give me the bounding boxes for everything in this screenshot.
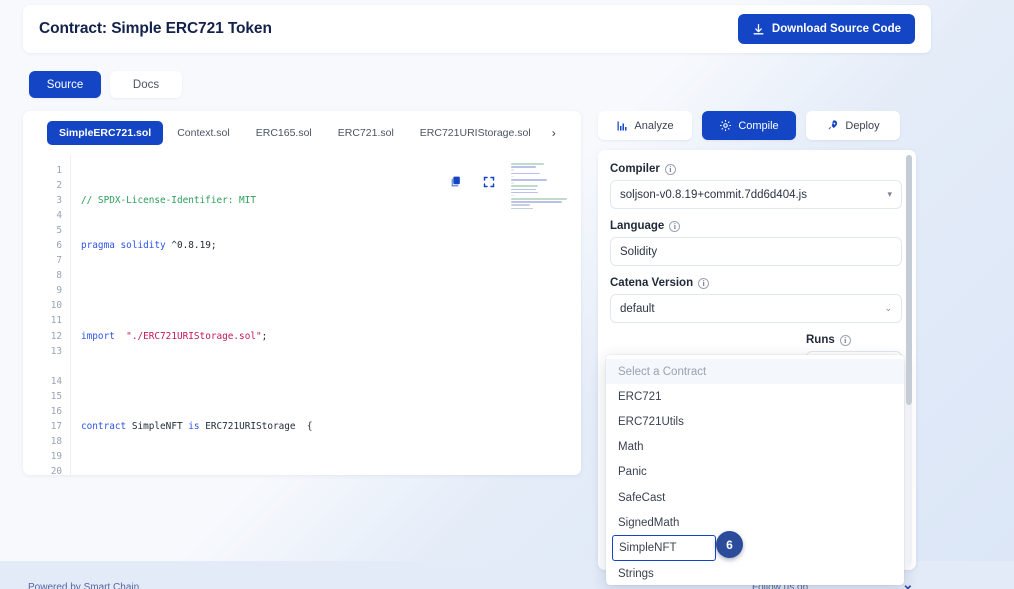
chevron-down-icon: ▾ <box>887 189 892 199</box>
line-number: 10 <box>50 300 62 312</box>
compiler-label-row: Compiler i <box>610 163 902 175</box>
dropdown-placeholder: Select a Contract <box>606 359 904 385</box>
analyze-button[interactable]: Analyze <box>598 111 692 140</box>
line-number-blank <box>23 359 62 374</box>
line-number: 9 <box>56 285 62 297</box>
fullscreen-icon[interactable] <box>483 176 495 188</box>
line-number: 16 <box>50 405 62 417</box>
line-number: 2 <box>56 180 62 192</box>
footer-left-text: Powered by Smart Chain <box>28 582 140 589</box>
line-number: 11 <box>50 315 62 327</box>
dropdown-item-erc721utils[interactable]: ERC721Utils <box>606 409 904 434</box>
line-number: 15 <box>50 390 62 402</box>
right-action-bar: Analyze Compile Deploy <box>598 111 900 140</box>
line-number: 1 <box>56 165 62 176</box>
code-editor[interactable]: 1 2 3 4 5 6 7 8 9 10 11 12 13 14 15 16 1… <box>23 155 581 475</box>
compiler-select[interactable]: soljson-v0.8.19+commit.7dd6d404.js ▾ <box>610 180 902 209</box>
line-number: 13 <box>50 345 62 357</box>
step-badge: 6 <box>716 531 743 558</box>
catena-version-label: Catena Version <box>610 277 694 289</box>
info-icon[interactable]: i <box>839 334 851 346</box>
scrollbar-thumb[interactable] <box>906 155 912 405</box>
copy-icon[interactable] <box>449 175 462 188</box>
code-line: import "./ERC721URIStorage.sol"; <box>81 330 268 342</box>
line-number: 20 <box>50 465 62 475</box>
compiler-label: Compiler <box>610 163 660 175</box>
compile-button-label: Compile <box>738 119 779 132</box>
line-number: 3 <box>56 195 62 207</box>
info-icon[interactable]: i <box>669 220 681 232</box>
page-title: Contract: Simple ERC721 Token <box>39 20 272 37</box>
language-label-row: Language i <box>610 220 902 232</box>
file-tab-context[interactable]: Context.sol <box>165 121 242 145</box>
catena-version-value: default <box>620 302 655 315</box>
contract-dropdown-menu[interactable]: Select a Contract ERC721 ERC721Utils Mat… <box>606 355 904 585</box>
line-number: 8 <box>56 270 62 282</box>
line-number: 14 <box>50 375 62 387</box>
file-tab-bar: SimpleERC721.sol Context.sol ERC165.sol … <box>23 111 581 155</box>
deploy-button[interactable]: Deploy <box>806 111 900 140</box>
dropdown-item-panic[interactable]: Panic <box>606 460 904 485</box>
code-line: contract SimpleNFT is ERC721URIStorage { <box>81 420 313 432</box>
file-tab-erc165[interactable]: ERC165.sol <box>244 121 324 145</box>
file-tab-erc721[interactable]: ERC721.sol <box>326 121 406 145</box>
dropdown-item-math[interactable]: Math <box>606 435 904 460</box>
code-panel: SimpleERC721.sol Context.sol ERC165.sol … <box>23 111 581 475</box>
code-text-area[interactable]: // SPDX-License-Identifier: MIT pragma s… <box>70 155 581 475</box>
page-root: Contract: Simple ERC721 Token Download S… <box>0 0 1014 589</box>
info-icon[interactable]: i <box>664 163 676 175</box>
catena-version-select[interactable]: default ⌄ <box>610 294 902 323</box>
code-minimap[interactable] <box>511 163 573 211</box>
gear-icon <box>719 119 732 132</box>
compiler-select-value: soljson-v0.8.19+commit.7dd6d404.js <box>620 188 807 201</box>
dropdown-item-safecast[interactable]: SafeCast <box>606 485 904 510</box>
file-tab-erc721uristorage[interactable]: ERC721URIStorage.sol <box>408 121 543 145</box>
line-number: 18 <box>50 435 62 447</box>
tab-source[interactable]: Source <box>29 71 101 98</box>
runs-label-row: Runs i <box>806 334 902 346</box>
top-tabs: Source Docs <box>29 71 182 98</box>
dropdown-item-erc721[interactable]: ERC721 <box>606 384 904 409</box>
download-source-code-button[interactable]: Download Source Code <box>737 14 915 44</box>
right-panel-scrollbar[interactable] <box>906 155 912 565</box>
dropdown-item-strings[interactable]: Strings <box>606 561 904 585</box>
file-tab-simpleerc721[interactable]: SimpleERC721.sol <box>47 121 164 145</box>
language-value: Solidity <box>620 245 658 258</box>
line-number: 12 <box>50 330 62 342</box>
code-line: // SPDX-License-Identifier: MIT <box>81 193 581 208</box>
file-tabs-next-arrow-icon[interactable]: › <box>547 124 561 142</box>
line-number: 4 <box>56 210 62 222</box>
chevron-down-icon: ⌄ <box>884 303 892 313</box>
runs-label: Runs <box>806 334 835 346</box>
info-icon[interactable]: i <box>698 277 710 289</box>
line-number: 19 <box>50 450 62 462</box>
analyze-chart-icon <box>616 120 628 132</box>
header-card: Contract: Simple ERC721 Token Download S… <box>23 5 931 53</box>
download-button-label: Download Source Code <box>771 23 901 35</box>
line-number: 5 <box>56 225 62 237</box>
code-token-comment: // SPDX-License-Identifier: MIT <box>81 195 256 207</box>
line-number: 7 <box>56 255 62 267</box>
line-number: 6 <box>56 240 62 252</box>
deploy-button-label: Deploy <box>845 119 880 132</box>
download-icon <box>752 23 765 36</box>
line-number: 17 <box>50 420 62 432</box>
code-line: pragma solidity ^0.8.19; <box>81 240 217 252</box>
dropdown-item-signedmath[interactable]: SignedMath <box>606 510 904 535</box>
compile-button[interactable]: Compile <box>702 111 796 140</box>
language-field[interactable]: Solidity <box>610 237 902 266</box>
dropdown-item-simplenft[interactable]: SimpleNFT <box>612 535 716 562</box>
analyze-button-label: Analyze <box>634 119 674 132</box>
rocket-icon <box>826 119 839 132</box>
language-label: Language <box>610 220 665 232</box>
editor-icon-group <box>449 175 495 188</box>
line-number-gutter: 1 2 3 4 5 6 7 8 9 10 11 12 13 14 15 16 1… <box>23 155 70 475</box>
catena-version-label-row: Catena Version i <box>610 277 902 289</box>
tab-docs[interactable]: Docs <box>110 71 182 98</box>
